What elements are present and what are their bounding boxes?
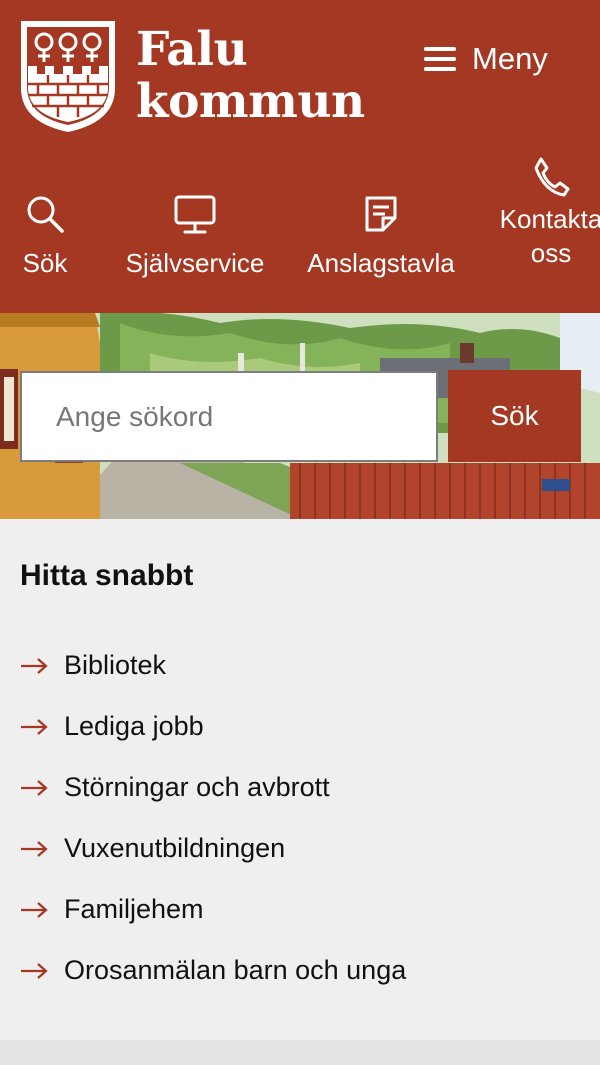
quick-nav-noticeboard[interactable]: Anslagstavla	[298, 194, 464, 280]
quick-link-label: Störningar och avbrott	[64, 772, 330, 802]
quick-link-label: Orosanmälan barn och unga	[64, 955, 407, 985]
next-section-edge	[0, 1040, 600, 1065]
list-item: Vuxenutbildningen	[20, 818, 580, 879]
quick-nav-label: Anslagstavla	[307, 248, 455, 278]
arrow-right-icon	[21, 718, 48, 735]
list-item: Störningar och avbrott	[20, 757, 580, 818]
arrow-right-icon	[21, 901, 48, 918]
notice-icon	[365, 196, 397, 232]
quick-nav-selfservice[interactable]: Självservice	[115, 194, 275, 280]
quick-link-storningar[interactable]: Störningar och avbrott	[20, 772, 330, 803]
quick-link-vuxenutbildningen[interactable]: Vuxenutbildningen	[20, 833, 285, 864]
quick-nav-label-line2: oss	[530, 238, 572, 268]
logo-line-2: kommun	[136, 74, 365, 129]
quick-link-bibliotek[interactable]: Bibliotek	[20, 650, 166, 681]
quick-link-lediga-jobb[interactable]: Lediga jobb	[20, 711, 204, 742]
arrow-right-icon	[21, 779, 48, 796]
menu-button[interactable]: Meny	[424, 36, 574, 82]
menu-button-label: Meny	[472, 41, 548, 76]
quick-nav-search[interactable]: Sök	[14, 194, 76, 280]
list-item: Orosanmälan barn och unga	[20, 940, 580, 1001]
quick-links-list: Bibliotek Lediga jobb Störningar och avb…	[20, 635, 580, 1001]
quick-links-title: Hitta snabbt	[20, 559, 194, 592]
quick-links-section: Hitta snabbt Bibliotek Lediga jobb Störn…	[0, 519, 600, 1040]
quick-link-label: Vuxenutbildningen	[64, 833, 286, 863]
site-header: Falu kommun Meny Sök Självservice Anslag…	[0, 0, 600, 313]
quick-link-label: Familjehem	[64, 894, 204, 924]
quick-link-label: Lediga jobb	[64, 711, 204, 741]
quick-link-label: Bibliotek	[64, 650, 167, 680]
list-item: Bibliotek	[20, 635, 580, 696]
coat-of-arms-logo	[21, 21, 115, 132]
site-name: Falu kommun	[136, 24, 365, 128]
logo-home-link[interactable]: Falu kommun	[18, 18, 378, 138]
logo-line-1: Falu	[136, 22, 248, 77]
quick-link-orosanmalan[interactable]: Orosanmälan barn och unga	[20, 955, 406, 986]
quick-nav-label: Sök	[22, 248, 68, 278]
search-button[interactable]: Sök	[448, 370, 581, 462]
arrow-right-icon	[21, 840, 48, 857]
quick-nav-contact[interactable]: Kontakta oss	[488, 156, 600, 270]
hamburger-icon	[424, 46, 456, 72]
quick-link-familjehem[interactable]: Familjehem	[20, 894, 204, 925]
search-input[interactable]	[20, 371, 438, 462]
arrow-right-icon	[21, 962, 48, 979]
list-item: Familjehem	[20, 879, 580, 940]
search-icon	[27, 196, 64, 233]
list-item: Lediga jobb	[20, 696, 580, 757]
phone-icon	[534, 157, 570, 197]
quick-nav-label-line1: Kontakta	[499, 204, 600, 234]
quick-nav-label: Självservice	[125, 248, 265, 278]
arrow-right-icon	[21, 657, 48, 674]
monitor-icon	[174, 195, 216, 234]
